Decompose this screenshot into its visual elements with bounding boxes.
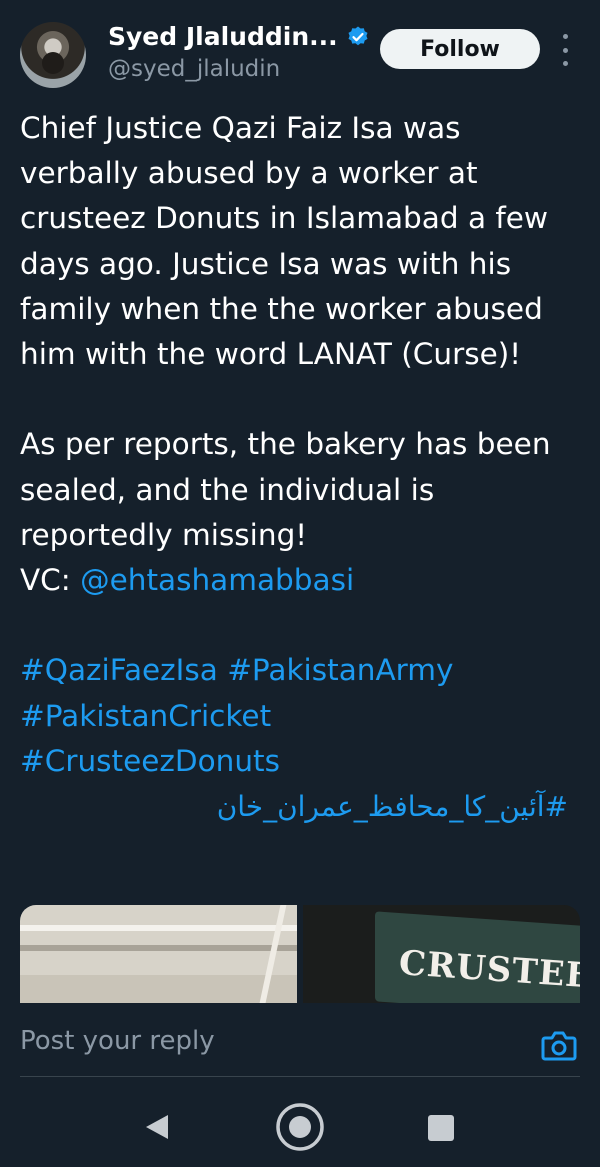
hashtag-qazifaezisa[interactable]: #QaziFaezIsa [20,653,218,687]
mention-link[interactable]: @ehtashamabbasi [80,563,354,597]
reply-input[interactable]: Post your reply [20,1026,215,1056]
author-handle[interactable]: @syed_jlaludin [108,56,280,82]
hashtag-urdu[interactable]: #آئین_کا_محافظ_عمران_خان [20,784,580,829]
more-vertical-icon[interactable] [560,34,570,66]
hashtag-crusteezdonuts[interactable]: #CrusteezDonuts [20,744,280,778]
hashtag-pakistancricket[interactable]: #PakistanCricket [20,699,271,733]
circle-home-icon[interactable] [275,1102,325,1152]
square-recents-icon[interactable] [428,1115,454,1141]
tweet-media[interactable]: CRUSTEEZ [20,905,580,1003]
hashtag-line-1: #QaziFaezIsa #PakistanArmy [20,648,580,693]
video-credit-label: VC: [20,563,81,598]
author-name-row[interactable]: Syed Jlaluddin... [108,22,370,51]
tweet-paragraph-2: As per reports, the bakery has been seal… [20,427,551,552]
media-image-left[interactable] [20,905,297,1003]
divider [20,1076,580,1077]
tweet-header: Syed Jlaluddin... @syed_jlaludin Follow [0,0,600,100]
verified-badge-icon [348,26,368,45]
camera-icon[interactable] [541,1029,577,1063]
media-image-right[interactable]: CRUSTEEZ [303,905,580,1003]
triangle-back-icon[interactable] [144,1113,170,1141]
author-display-name[interactable]: Syed Jlaluddin... [108,22,338,51]
follow-button[interactable]: Follow [380,29,540,69]
tweet-text: Chief Justice Qazi Faiz Isa was verbally… [20,106,580,829]
video-credit-line: VC: @ehtashamabbasi [20,558,580,603]
avatar[interactable] [20,22,86,88]
hashtag-line-2: #PakistanCricket [20,694,580,739]
hashtag-line-3: #CrusteezDonuts [20,739,580,784]
hashtag-pakistanarmy[interactable]: #PakistanArmy [227,653,453,687]
tweet-paragraph-1: Chief Justice Qazi Faiz Isa was verbally… [20,111,549,372]
